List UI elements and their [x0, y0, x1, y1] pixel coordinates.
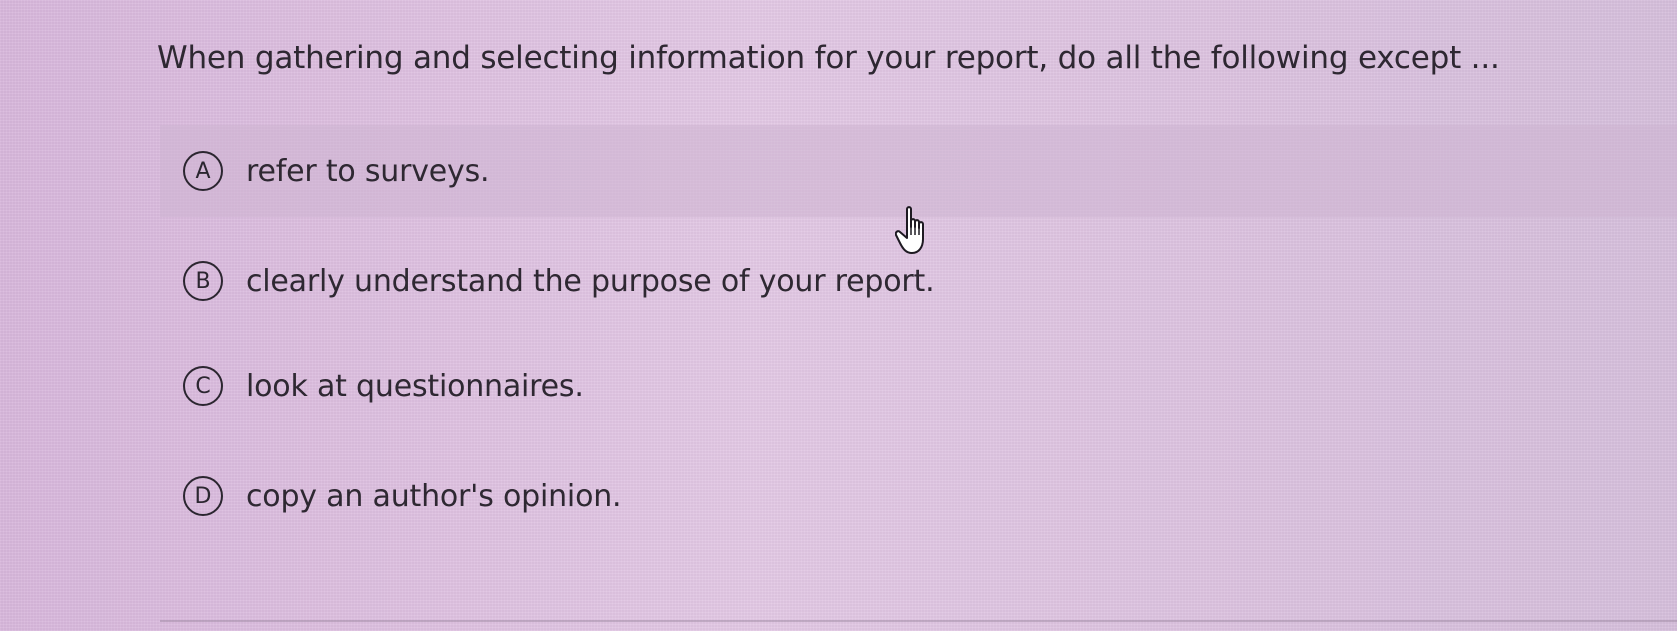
option-letter-badge: D — [183, 476, 223, 516]
answer-option-c[interactable]: C look at questionnaires. — [160, 340, 1677, 432]
answer-option-a[interactable]: A refer to surveys. — [160, 125, 1677, 217]
answer-option-d[interactable]: D copy an author's opinion. — [160, 450, 1677, 542]
option-text: copy an author's opinion. — [246, 478, 622, 514]
bottom-divider — [160, 620, 1677, 622]
question-text: When gathering and selecting information… — [157, 40, 1500, 76]
option-text: clearly understand the purpose of your r… — [246, 263, 935, 299]
option-text: refer to surveys. — [246, 153, 490, 189]
option-letter-badge: C — [183, 366, 223, 406]
option-text: look at questionnaires. — [246, 368, 584, 404]
hand-pointer-icon — [895, 206, 924, 254]
option-letter-badge: B — [183, 261, 223, 301]
option-letter-badge: A — [183, 151, 223, 191]
